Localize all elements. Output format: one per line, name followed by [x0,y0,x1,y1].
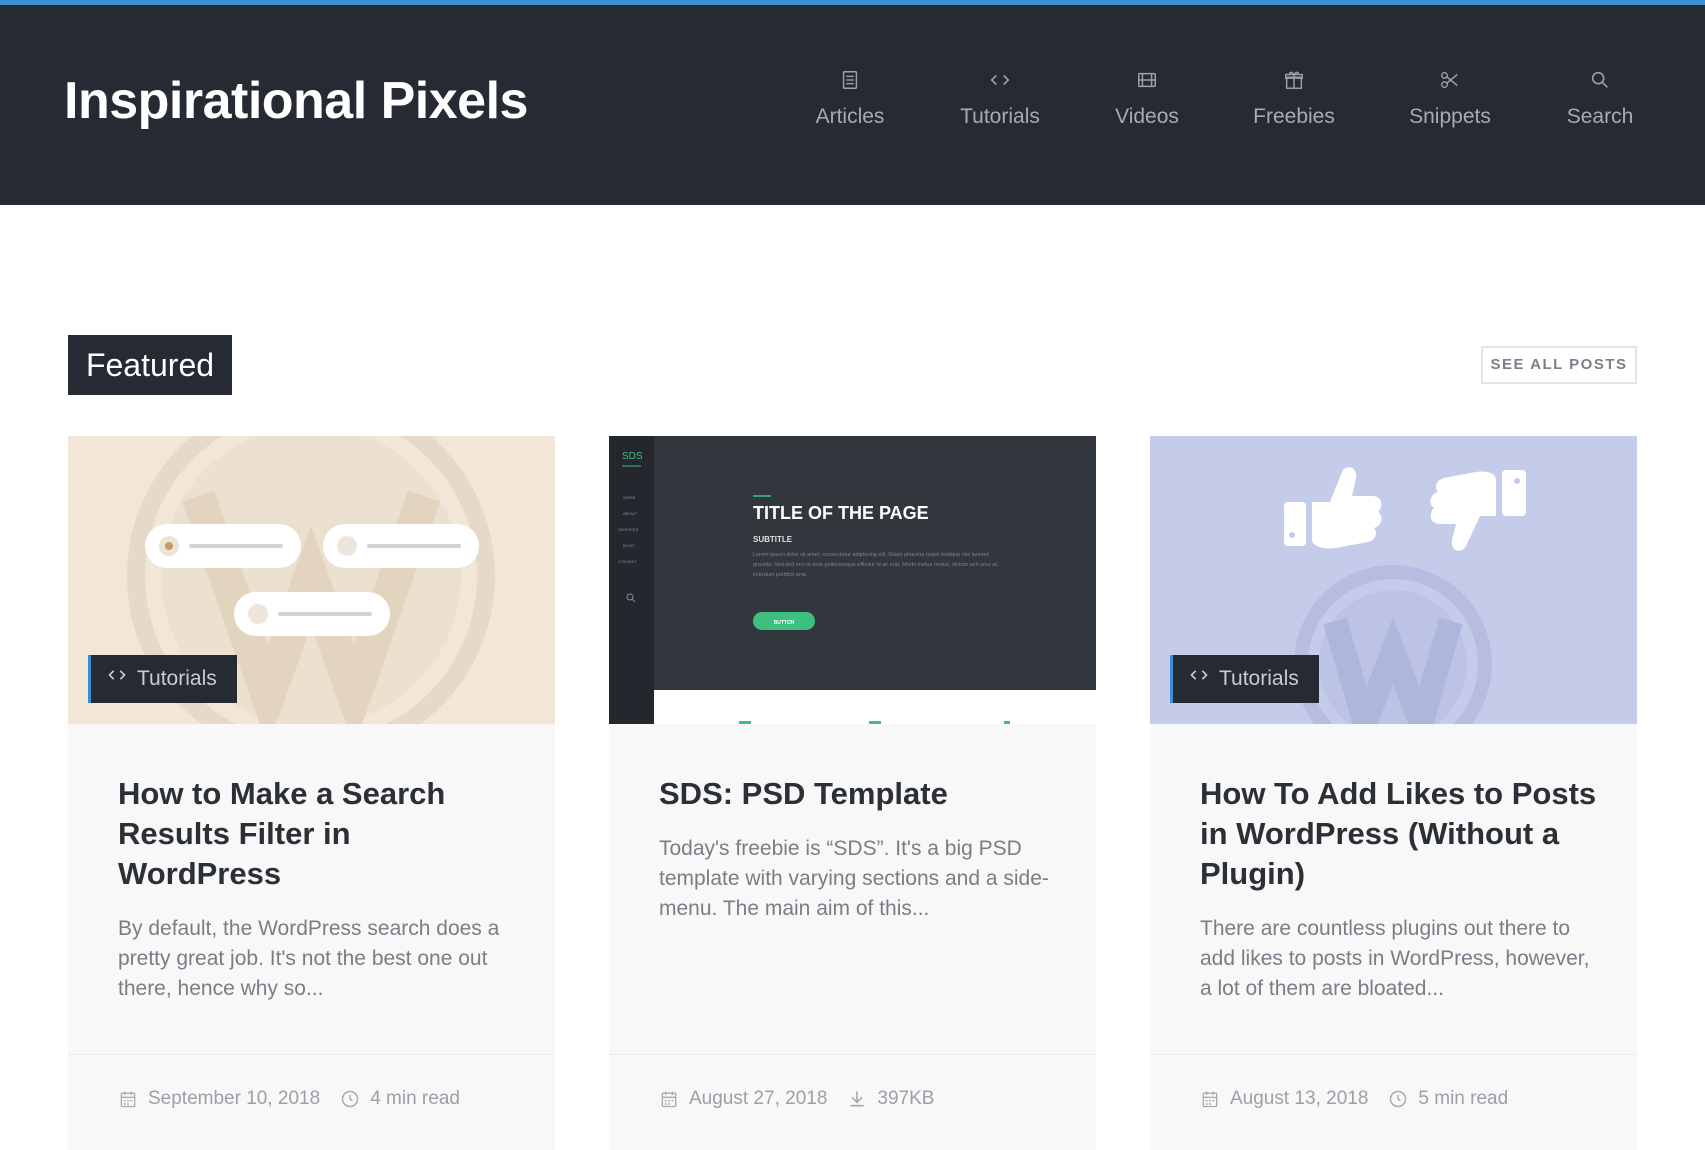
divider [609,1054,1096,1055]
read-time: 5 min read [1418,1088,1509,1109]
document-icon [790,69,910,95]
clock-icon [340,1089,360,1109]
code-icon [107,655,129,703]
preview-logo: SDS [622,451,643,462]
nav-label-freebies: Freebies [1253,105,1335,128]
post-title[interactable]: SDS: PSD Template [659,774,1059,814]
post-card[interactable]: Tutorials How To Add Likes to Posts in W… [1150,436,1637,1150]
post-meta: August 13, 2018 5 min read [1200,1084,1508,1114]
download-icon [847,1089,867,1109]
calendar-icon [1200,1089,1220,1109]
nav-item-search[interactable]: Search [1540,69,1660,129]
calendar-icon [659,1089,679,1109]
preview-menu-item: WORK [623,495,636,500]
section-title: Featured [68,335,232,395]
code-icon [1189,655,1211,703]
nav-item-videos[interactable]: Videos [1087,69,1207,129]
file-size: 397KB [877,1088,935,1109]
preview-body: Lorem ipsum dolor sit amet, consectetur … [753,552,999,578]
post-excerpt: There are countless plugins out there to… [1200,917,1590,1000]
read-time: 4 min read [370,1088,460,1109]
see-all-posts-button[interactable]: SEE ALL POSTS [1481,346,1637,384]
nav-item-snippets[interactable]: Snippets [1390,69,1510,129]
post-date: August 27, 2018 [689,1088,828,1109]
post-date: August 13, 2018 [1230,1088,1369,1109]
post-title[interactable]: How To Add Likes to Posts in WordPress (… [1200,774,1600,894]
nav-label-snippets: Snippets [1409,105,1491,128]
post-meta: August 27, 2018 397KB [659,1084,934,1114]
site-logo[interactable]: Inspirational Pixels [64,71,528,131]
post-excerpt: By default, the WordPress search does a … [118,917,500,1000]
divider [1150,1054,1637,1055]
gift-icon [1234,69,1354,95]
preview-menu-item: ABOUT [623,511,637,516]
nav-item-articles[interactable]: Articles [790,69,910,129]
site-header: Inspirational Pixels Articles Tutorials … [0,5,1705,205]
search-icon [1540,69,1660,95]
post-body: SDS: PSD Template Today's freebie is “SD… [659,774,1059,924]
preview-menu-item: CONTACT [618,559,638,564]
category-badge[interactable]: Tutorials [1170,655,1319,703]
code-icon [940,69,1060,95]
preview-menu-item: SERVICES [618,527,638,532]
preview-button: BUTTON [774,620,795,626]
preview-subtitle: SUBTITLE [753,535,793,544]
nav-label-search: Search [1566,105,1634,128]
post-meta: September 10, 2018 4 min read [118,1084,460,1114]
calendar-icon [118,1089,138,1109]
category-label: Tutorials [137,667,217,690]
category-badge[interactable]: Tutorials [88,655,237,703]
nav-item-tutorials[interactable]: Tutorials [940,69,1060,129]
category-label: Tutorials [1219,667,1299,690]
post-date: September 10, 2018 [148,1088,321,1109]
nav-item-freebies[interactable]: Freebies [1234,69,1354,129]
preview-menu-item: BLOG [623,543,634,548]
post-card[interactable]: Tutorials How to Make a Search Results F… [68,436,555,1150]
nav-label-tutorials: Tutorials [960,105,1040,128]
post-title[interactable]: How to Make a Search Results Filter in W… [118,774,518,894]
nav-label-articles: Articles [815,105,885,128]
clock-icon [1388,1089,1408,1109]
post-card[interactable]: SDS WORK ABOUT SERVICES BLOG CONTACT TIT… [609,436,1096,1150]
post-body: How To Add Likes to Posts in WordPress (… [1200,774,1600,1004]
film-icon [1087,69,1207,95]
post-body: How to Make a Search Results Filter in W… [118,774,518,1004]
site-title: Inspirational Pixels [64,72,528,130]
post-thumbnail[interactable]: SDS WORK ABOUT SERVICES BLOG CONTACT TIT… [609,436,1096,724]
post-excerpt: Today's freebie is “SDS”. It's a big PSD… [659,837,1049,920]
preview-title: TITLE OF THE PAGE [753,503,929,523]
nav-label-videos: Videos [1115,105,1179,128]
divider [68,1054,555,1055]
scissors-icon [1390,69,1510,95]
